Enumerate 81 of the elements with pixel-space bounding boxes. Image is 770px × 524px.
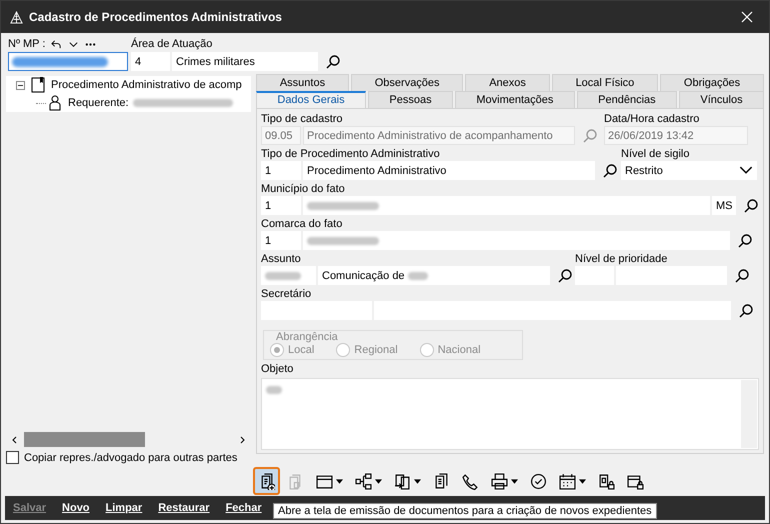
redacted-text bbox=[307, 236, 379, 244]
redacted-text bbox=[265, 272, 301, 280]
group-label: Abrangência bbox=[274, 331, 340, 343]
search-icon[interactable] bbox=[602, 162, 618, 178]
field-label: Nível de prioridade bbox=[575, 252, 668, 266]
toolbar-button[interactable] bbox=[253, 467, 280, 495]
area-name-field[interactable]: Crimes militares bbox=[172, 52, 318, 71]
action-link[interactable]: Limpar bbox=[106, 502, 142, 514]
search-icon[interactable] bbox=[325, 54, 341, 70]
caret-icon bbox=[375, 478, 382, 484]
redacted-text bbox=[266, 386, 282, 394]
redacted-text bbox=[408, 272, 428, 280]
tab[interactable]: Obrigações bbox=[660, 74, 764, 91]
code-field[interactable]: 1 bbox=[261, 196, 301, 215]
text-field[interactable] bbox=[303, 231, 730, 250]
clipboard-icon bbox=[433, 472, 450, 490]
tooltip: Abre a tela de emissão de documentos para a criação de novos expedientes bbox=[273, 503, 657, 519]
text-field[interactable]: Comunicação de bbox=[318, 266, 550, 285]
tab[interactable]: Dados Gerais bbox=[256, 91, 366, 108]
tab[interactable]: Observações bbox=[350, 74, 464, 91]
scroll-left-icon[interactable] bbox=[11, 436, 19, 444]
tab[interactable]: Pessoas bbox=[368, 91, 453, 108]
vertical-scrollbar[interactable] bbox=[741, 380, 757, 448]
search-icon[interactable] bbox=[743, 198, 759, 214]
window-title: Cadastro de Procedimentos Administrativos bbox=[29, 10, 283, 24]
tab[interactable]: Vínculos bbox=[679, 91, 764, 108]
folder-icon bbox=[316, 472, 333, 490]
field-label: Área de Atuação bbox=[131, 36, 214, 52]
folder-lock-icon bbox=[627, 472, 644, 490]
search-icon[interactable] bbox=[734, 268, 750, 284]
search-icon[interactable] bbox=[738, 302, 754, 318]
chevron-down-icon bbox=[739, 166, 753, 175]
tab[interactable]: Local Físico bbox=[552, 74, 658, 91]
redacted-text bbox=[307, 202, 379, 210]
dropdown[interactable]: Restrito bbox=[621, 161, 757, 180]
checkbox[interactable] bbox=[6, 451, 19, 464]
caret-icon bbox=[336, 478, 343, 484]
mp-number-field[interactable] bbox=[8, 52, 128, 71]
caret-icon bbox=[414, 478, 421, 484]
code-field[interactable]: 1 bbox=[261, 231, 301, 250]
area-code-field[interactable]: 4 bbox=[131, 52, 170, 71]
field-label: Tipo de Procedimento Administrativo bbox=[261, 147, 441, 161]
text-field[interactable] bbox=[303, 196, 710, 215]
checkbox-label[interactable]: Copiar repres./advogado para outras partes bbox=[24, 452, 238, 464]
field-label: Secretário bbox=[261, 287, 312, 301]
action-link[interactable]: Novo bbox=[62, 502, 90, 514]
field-label: Assunto bbox=[261, 252, 302, 266]
tab[interactable]: Pendências bbox=[576, 91, 678, 108]
printer-icon bbox=[491, 472, 508, 490]
calendar-icon bbox=[559, 472, 576, 490]
action-link[interactable]: Restaurar bbox=[158, 502, 210, 514]
caret-icon bbox=[579, 478, 586, 484]
document-lock-icon bbox=[598, 472, 615, 490]
documents-arrow-icon bbox=[394, 472, 411, 490]
caret-icon bbox=[511, 478, 518, 484]
search-icon[interactable] bbox=[737, 232, 753, 248]
text-field[interactable]: Procedimento Administrativo bbox=[303, 161, 595, 180]
code-field[interactable] bbox=[261, 266, 316, 285]
search-icon[interactable] bbox=[557, 268, 573, 284]
pyramid-logo-icon bbox=[10, 10, 23, 24]
field-label: Comarca do fato bbox=[261, 217, 344, 231]
phone-icon bbox=[462, 472, 479, 490]
field-label: Data/Hora cadastro bbox=[604, 112, 700, 126]
tab[interactable]: Movimentações bbox=[454, 91, 575, 108]
field-label: Objeto bbox=[261, 362, 294, 376]
tab[interactable]: Anexos bbox=[465, 74, 550, 91]
code-field[interactable]: 1 bbox=[261, 161, 301, 180]
field-label: Município do fato bbox=[261, 182, 346, 196]
scroll-right-icon[interactable] bbox=[238, 436, 246, 444]
field-label: Tipo de cadastro bbox=[261, 112, 344, 126]
hierarchy-icon bbox=[355, 472, 372, 490]
close-icon[interactable] bbox=[741, 11, 753, 23]
state-field[interactable]: MS bbox=[712, 196, 736, 215]
collapse-icon[interactable] bbox=[16, 80, 25, 90]
tree-item[interactable]: Requerente: bbox=[68, 97, 129, 109]
action-link[interactable]: Fechar bbox=[226, 502, 262, 514]
tab[interactable]: Assuntos bbox=[256, 74, 349, 91]
field-label: Nº MP : bbox=[8, 38, 46, 50]
check-circle-icon bbox=[530, 472, 547, 490]
undo-icon[interactable] bbox=[51, 38, 62, 50]
field-label: Nível de sigilo bbox=[621, 147, 690, 161]
